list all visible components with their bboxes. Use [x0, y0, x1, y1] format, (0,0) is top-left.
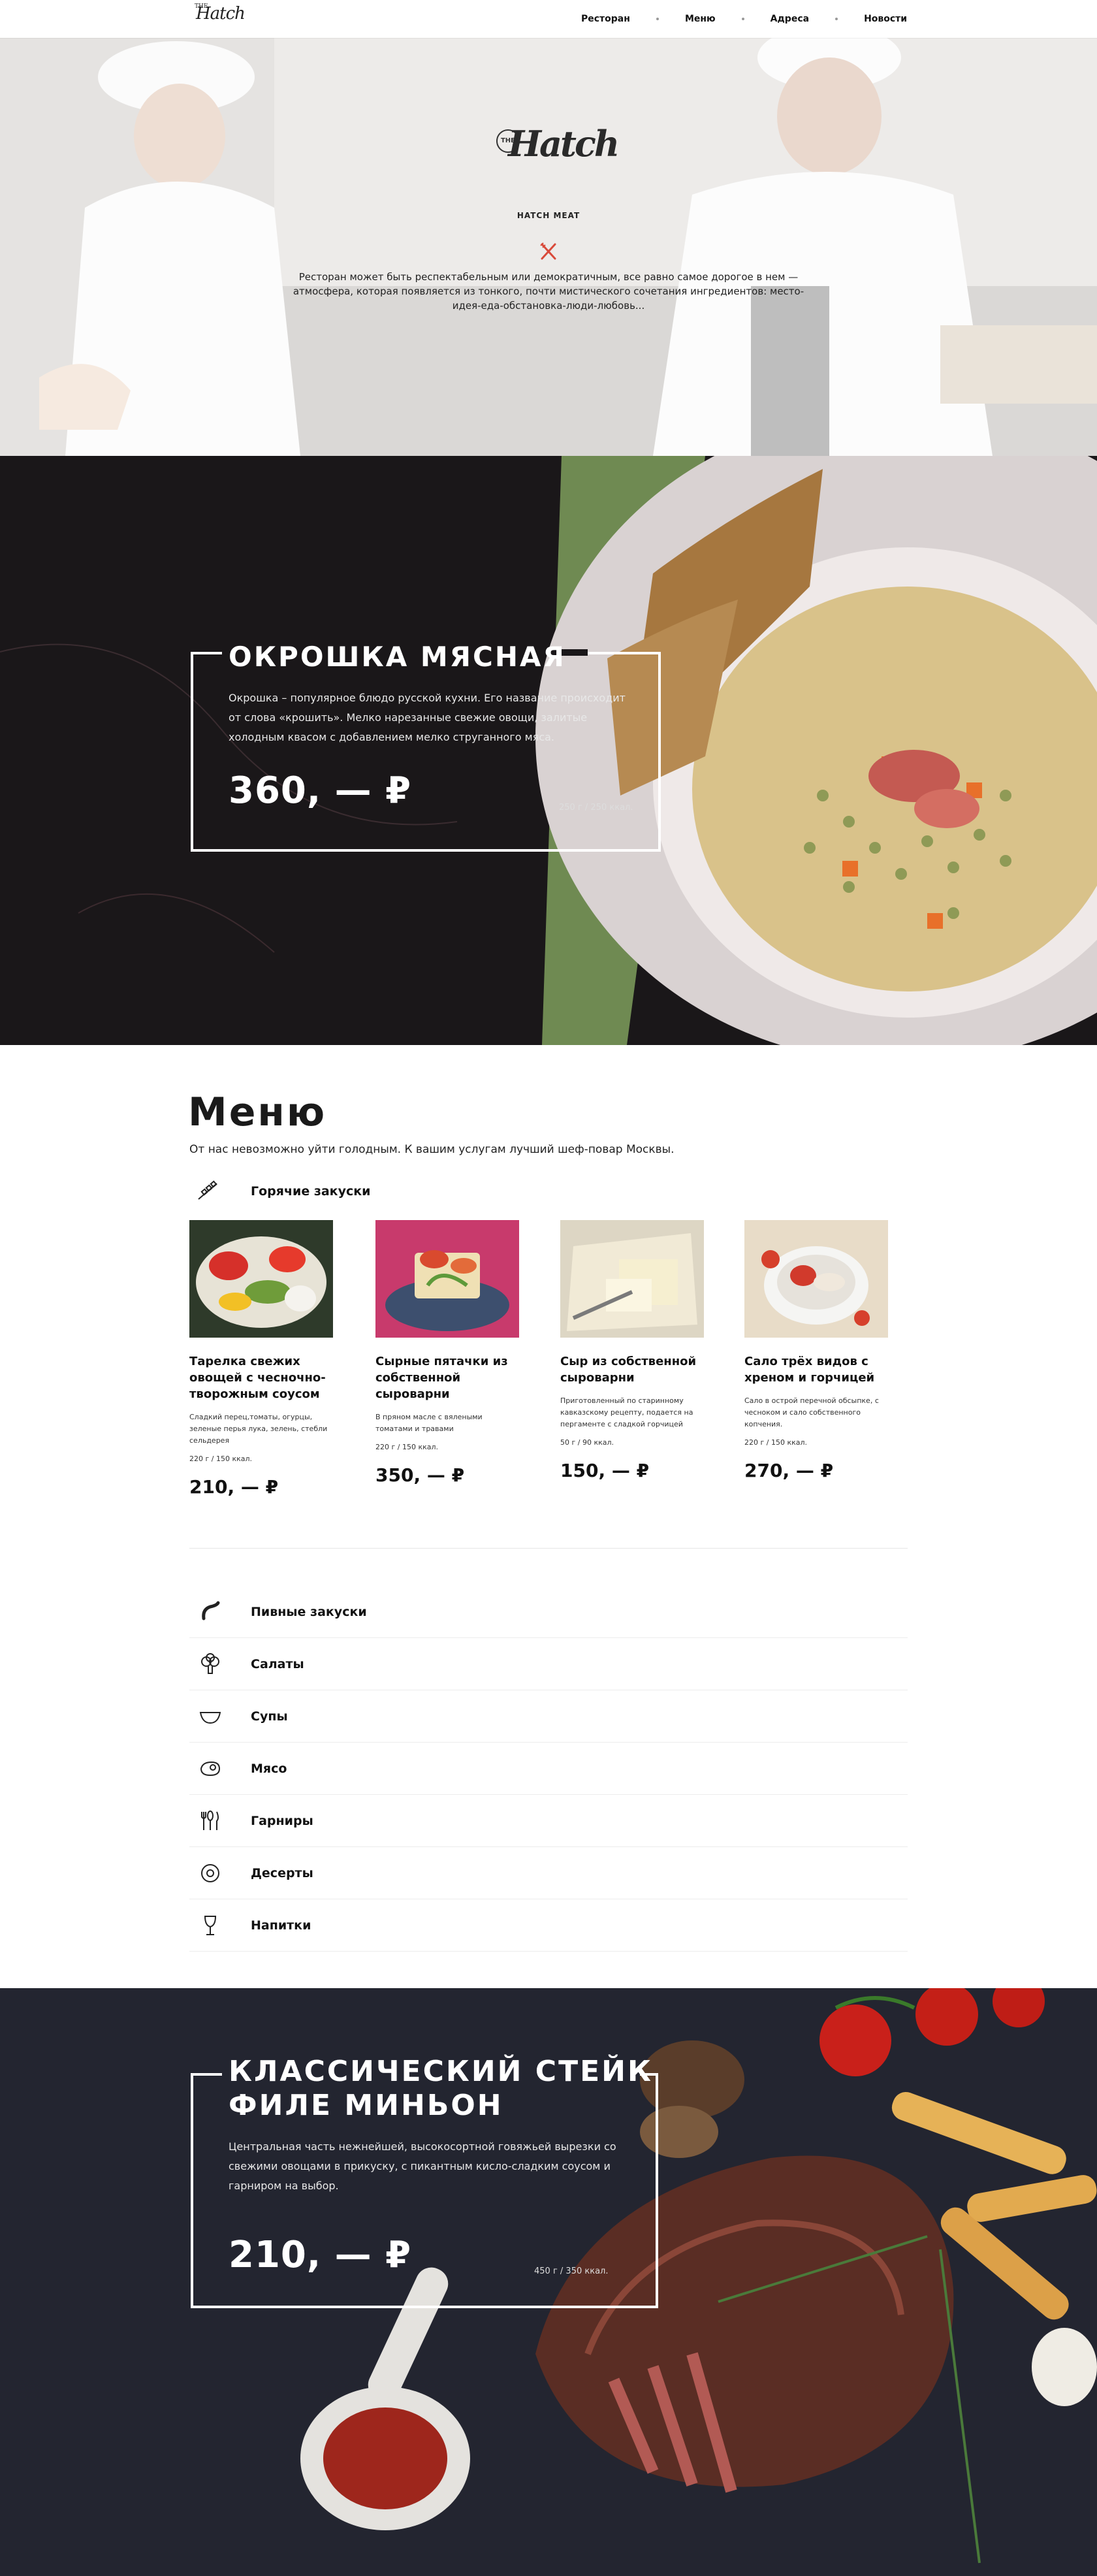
menu-item-price: 150, — ₽ [560, 1460, 650, 1481]
category-beer-snacks[interactable]: Пивные закуски [189, 1586, 908, 1638]
okroshka-frame [191, 652, 661, 852]
logo-prefix: THE [195, 3, 208, 10]
menu-divider [189, 1548, 908, 1549]
nav-restaurant[interactable]: Ресторан [555, 14, 656, 24]
menu-item-card[interactable]: Сало трёх видов с хреном и горчицей Сало… [744, 1220, 888, 1481]
hero-description: Ресторан может быть респектабельным или … [293, 271, 804, 312]
page: THE Hatch Ресторан Меню Адреса Новости T… [0, 0, 1097, 2576]
menu-item-weight: 220 г / 150 ккал. [189, 1455, 253, 1463]
category-label: Салаты [251, 1656, 304, 1671]
category-label: Гарниры [251, 1813, 313, 1828]
wine-glass-icon [196, 1911, 225, 1940]
category-label: Напитки [251, 1918, 311, 1933]
menu-item-price: 210, — ₽ [189, 1476, 279, 1498]
menu-item-description: Сладкий перец,томаты, огурцы, зеленые пе… [189, 1413, 328, 1445]
menu-item-price: 350, — ₽ [375, 1464, 465, 1486]
category-label: Супы [251, 1709, 288, 1724]
menu-item-weight: 220 г / 150 ккал. [744, 1438, 808, 1447]
steak-weight: 450 г / 350 ккал. [534, 2266, 609, 2276]
feature-okroshka: Окрошка мясная Окрошка – популярное блюд… [0, 456, 1097, 1045]
feature-steak: Классический стейк филе миньон Центральн… [0, 1988, 1097, 2576]
nav-addresses[interactable]: Адреса [744, 14, 835, 24]
category-label: Мясо [251, 1761, 287, 1776]
hero-section: THE Hatch HATCH MEAT Ресторан может быть… [0, 38, 1097, 456]
category-label: Десерты [251, 1865, 313, 1880]
menu-item-card[interactable]: Тарелка свежих овощей с чесночно-творожн… [189, 1220, 333, 1498]
skewer-icon [198, 1180, 217, 1200]
steak-title-line1: Классический стейк [229, 2055, 653, 2088]
top-bar: THE Hatch Ресторан Меню Адреса Новости [0, 0, 1097, 38]
hero-subtitle: HATCH MEAT [517, 211, 580, 220]
menu-item-price: 270, — ₽ [744, 1460, 834, 1481]
okroshka-weight: 250 г / 250 ккал. [559, 803, 633, 813]
menu-item-name: Сыр из собственной сыроварни [560, 1355, 697, 1385]
steak-description: Центральная часть нежнейшей, высокосортн… [229, 2140, 616, 2192]
category-drinks[interactable]: Напитки [189, 1899, 908, 1952]
category-soups[interactable]: Супы [189, 1690, 908, 1743]
menu-item-name: Тарелка свежих овощей с чесночно-творожн… [189, 1355, 326, 1401]
menu-item-description: В пряном масле с вялеными томатами и тра… [375, 1413, 483, 1433]
hero-logo: THE Hatch [483, 116, 620, 175]
menu-lead: От нас невозможно уйти голодным. К вашим… [189, 1143, 675, 1156]
header-logo[interactable]: THE Hatch [195, 3, 246, 24]
menu-title: Меню [188, 1089, 327, 1135]
sausage-icon [196, 1598, 225, 1626]
menu-item-name: Сало трёх видов с хреном и горчицей [744, 1355, 875, 1385]
nav-menu[interactable]: Меню [659, 14, 742, 24]
menu-item-image [744, 1220, 888, 1338]
bowl-icon [196, 1702, 225, 1731]
menu-item-image [375, 1220, 519, 1338]
menu-item-image [189, 1220, 333, 1338]
category-hot-starters[interactable]: Горячие закуски [196, 1177, 370, 1206]
category-desserts[interactable]: Десерты [189, 1847, 908, 1899]
steak-icon [196, 1754, 225, 1783]
menu-item-card[interactable]: Сырные пятачки из собственной сыроварни … [375, 1220, 519, 1486]
category-meat[interactable]: Мясо [189, 1743, 908, 1795]
okroshka-description: Окрошка – популярное блюдо русской кухни… [229, 692, 626, 743]
menu-item-image [560, 1220, 704, 1338]
cutlery-icon [196, 1807, 225, 1835]
steak-price: 210, — ₽ [229, 2234, 412, 2276]
okroshka-title: Окрошка мясная [229, 641, 566, 673]
menu-item-description: Сало в острой перечной обсыпке, с чеснок… [744, 1396, 879, 1428]
okroshka-price: 360, — ₽ [229, 769, 412, 812]
nav-news[interactable]: Новости [838, 14, 933, 24]
fork-knife-icon [540, 242, 556, 260]
menu-item-weight: 220 г / 150 ккал. [375, 1443, 439, 1451]
category-list: Пивные закуски Салаты Супы Мясо Гарниры [189, 1586, 908, 1952]
menu-item-name: Сырные пятачки из собственной сыроварни [375, 1355, 508, 1401]
broccoli-icon [196, 1650, 225, 1679]
steak-title-line2: филе миньон [229, 2089, 509, 2122]
category-salads[interactable]: Салаты [189, 1638, 908, 1690]
category-sides[interactable]: Гарниры [189, 1795, 908, 1847]
hero-logo-text: Hatch [508, 123, 620, 165]
menu-item-description: Приготовленный по старинному кавказскому… [560, 1396, 693, 1428]
category-label: Горячие закуски [251, 1184, 371, 1199]
category-label: Пивные закуски [251, 1604, 367, 1619]
menu-item-card[interactable]: Сыр из собственной сыроварни Приготовлен… [560, 1220, 704, 1481]
menu-item-weight: 50 г / 90 ккал. [560, 1438, 614, 1447]
donut-icon [196, 1859, 225, 1888]
main-nav: Ресторан Меню Адреса Новости [555, 0, 933, 38]
